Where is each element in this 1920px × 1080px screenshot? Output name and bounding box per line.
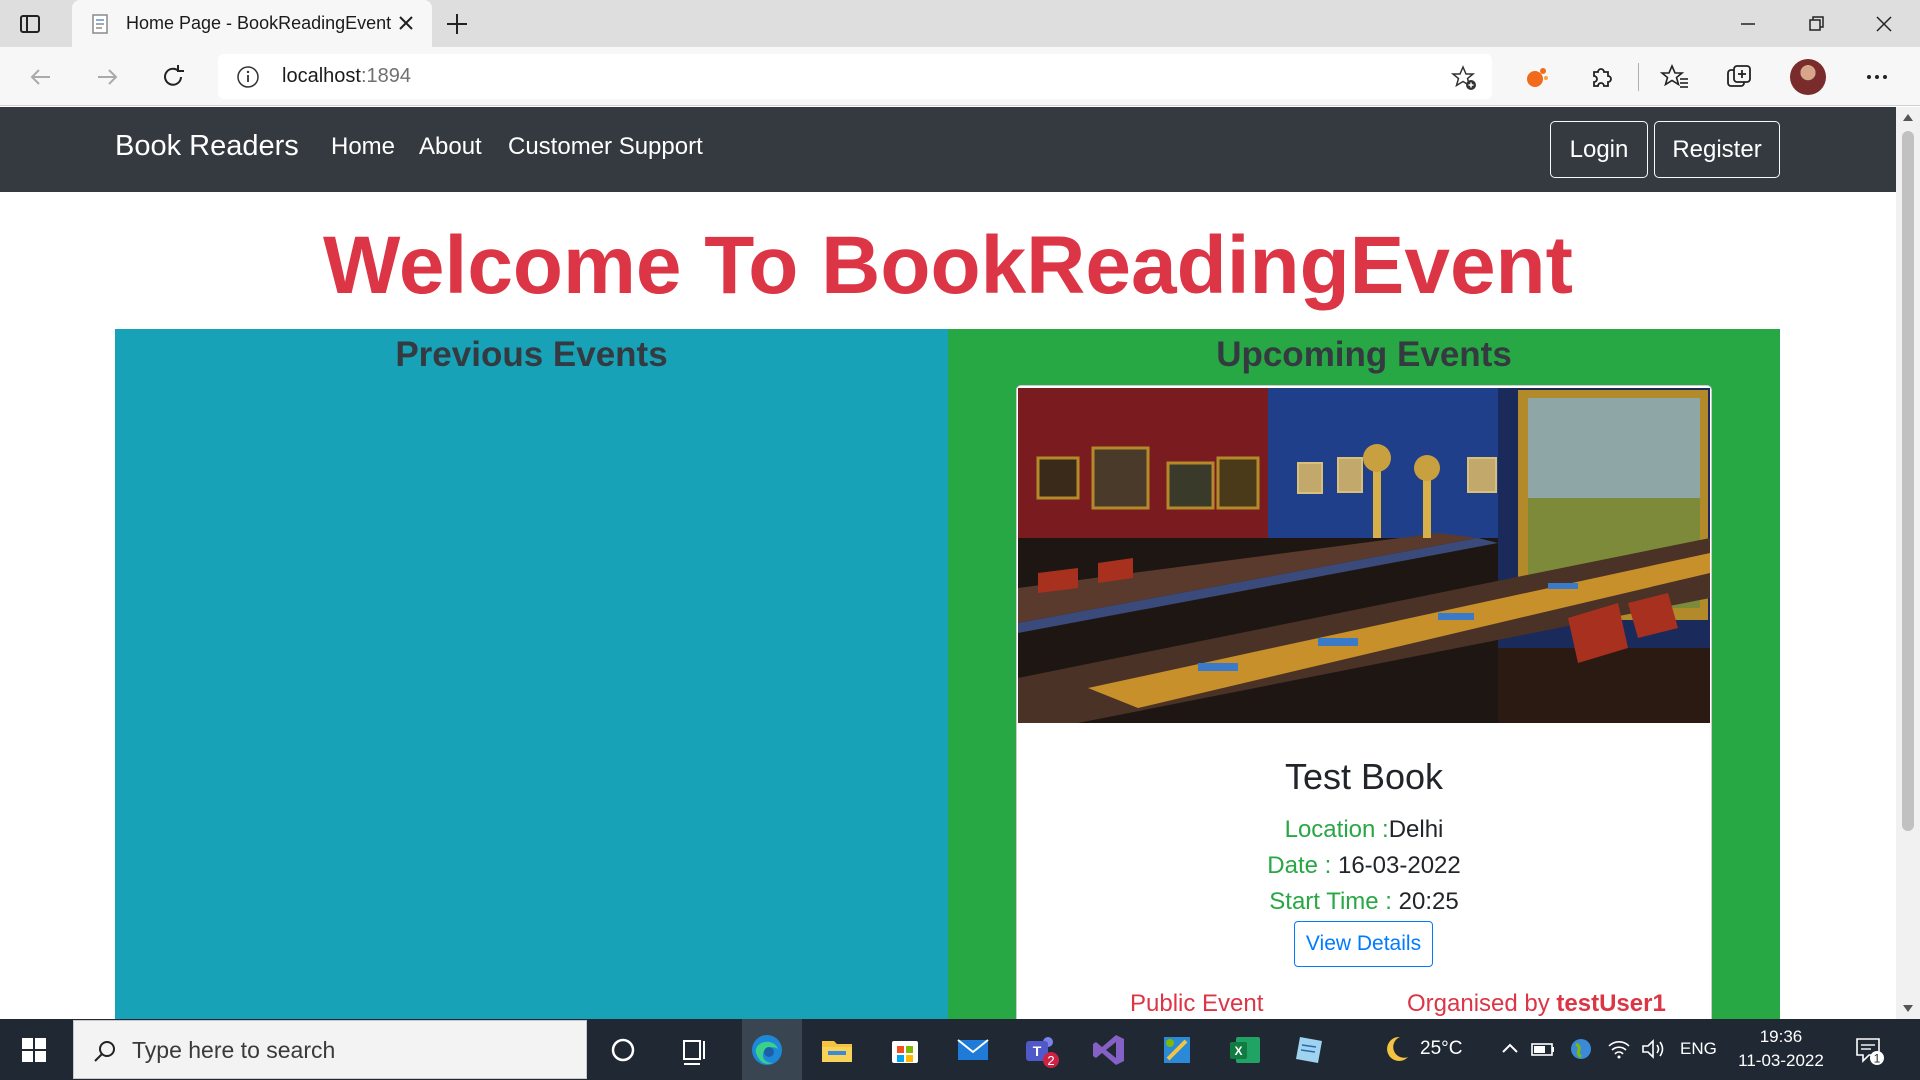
- collections-icon[interactable]: [1724, 62, 1754, 92]
- add-favorite-icon[interactable]: [1450, 64, 1478, 92]
- language-indicator[interactable]: ENG: [1680, 1039, 1717, 1059]
- date-value: 16-03-2022: [1337, 852, 1461, 879]
- profile-avatar[interactable]: [1790, 59, 1826, 95]
- clock-time: 19:36: [1759, 1027, 1803, 1046]
- event-card: Test Book Location :Delhi Date : 16-03-2…: [1016, 385, 1712, 1019]
- page-scrollbar[interactable]: [1896, 107, 1920, 1019]
- refresh-icon[interactable]: [158, 62, 188, 92]
- weather-temperature[interactable]: 25°C: [1420, 1038, 1462, 1060]
- notepad-icon[interactable]: [1290, 1031, 1328, 1069]
- new-tab-icon[interactable]: [444, 11, 470, 37]
- address-port: :1894: [360, 65, 411, 87]
- page-viewport: Book Readers Home About Customer Support…: [0, 107, 1896, 1019]
- nav-about[interactable]: About: [419, 133, 482, 161]
- scroll-up-icon[interactable]: [1900, 111, 1916, 125]
- search-placeholder: Type here to search: [132, 1037, 336, 1063]
- login-button[interactable]: Login: [1550, 121, 1648, 178]
- address-url: localhost:1894: [282, 65, 411, 88]
- globe-icon[interactable]: [1568, 1036, 1594, 1062]
- event-date: Date : 16-03-2022: [1017, 852, 1711, 880]
- brand-link[interactable]: Book Readers: [115, 130, 299, 163]
- browser-tab-bar: Home Page - BookReadingEvent: [0, 0, 1920, 47]
- scroll-down-icon[interactable]: [1900, 1001, 1916, 1015]
- forward-icon[interactable]: [92, 62, 122, 92]
- tab-actions-icon[interactable]: [18, 12, 42, 36]
- site-info-icon[interactable]: [236, 65, 260, 89]
- task-view-icon[interactable]: [676, 1031, 714, 1069]
- teams-icon[interactable]: T 2: [1022, 1031, 1060, 1069]
- microsoft-store-icon[interactable]: [886, 1031, 924, 1069]
- toolbar-separator: [1638, 63, 1639, 91]
- address-host: localhost: [282, 65, 361, 87]
- upcoming-events-title: Upcoming Events: [1216, 335, 1512, 374]
- event-organiser: Organised by testUser1: [1407, 990, 1666, 1018]
- organiser-name: testUser1: [1556, 990, 1666, 1017]
- event-image: [1018, 388, 1710, 723]
- nav-home[interactable]: Home: [331, 133, 395, 161]
- address-bar[interactable]: localhost:1894: [218, 54, 1492, 99]
- close-tab-icon[interactable]: [396, 13, 416, 33]
- location-value: Delhi: [1388, 816, 1444, 843]
- visual-studio-icon[interactable]: [1090, 1031, 1128, 1069]
- volume-icon[interactable]: [1640, 1036, 1666, 1062]
- notification-center-icon[interactable]: 1: [1852, 1033, 1886, 1067]
- page-favicon-icon: [92, 14, 108, 34]
- date-label: Date :: [1267, 852, 1338, 879]
- view-details-button[interactable]: View Details: [1294, 921, 1433, 967]
- windows-start-icon[interactable]: [20, 1036, 48, 1064]
- tab-title: Home Page - BookReadingEvent: [126, 13, 392, 33]
- back-icon[interactable]: [26, 62, 56, 92]
- previous-events-panel: Previous Events: [115, 329, 948, 1019]
- cortana-icon[interactable]: [604, 1031, 642, 1069]
- banquet-hall-illustration: [1018, 388, 1710, 723]
- browser-tab-active[interactable]: Home Page - BookReadingEvent: [72, 0, 432, 47]
- time-value: 20:25: [1398, 888, 1459, 915]
- excel-icon[interactable]: X: [1226, 1031, 1264, 1069]
- event-title: Test Book: [1284, 756, 1444, 797]
- weather-moon-icon[interactable]: [1380, 1033, 1412, 1065]
- taskbar-search[interactable]: Type here to search: [73, 1020, 587, 1079]
- event-start-time: Start Time : 20:25: [1017, 888, 1711, 916]
- wifi-icon[interactable]: [1606, 1036, 1632, 1062]
- edge-browser-icon[interactable]: [748, 1031, 786, 1069]
- show-hidden-icons-icon[interactable]: [1498, 1037, 1522, 1061]
- register-button[interactable]: Register: [1654, 121, 1780, 178]
- mail-icon[interactable]: [954, 1031, 992, 1069]
- svg-text:X: X: [1234, 1044, 1242, 1058]
- welcome-heading: Welcome To BookReadingEvent: [323, 220, 1573, 311]
- clock-date: 11-03-2022: [1738, 1051, 1824, 1070]
- search-icon: [94, 1041, 115, 1062]
- organised-label: Organised by: [1407, 990, 1557, 1017]
- event-visibility: Public Event: [1130, 990, 1264, 1017]
- site-navbar: Book Readers Home About Customer Support…: [0, 107, 1896, 192]
- event-location: Location :Delhi: [1017, 816, 1711, 844]
- teams-badge: 2: [1047, 1053, 1054, 1068]
- extension-colorful-icon[interactable]: [1522, 62, 1552, 92]
- taskbar-clock[interactable]: 19:36 11-03-2022: [1736, 1025, 1826, 1073]
- location-label: Location :: [1284, 816, 1389, 843]
- nav-customer-support[interactable]: Customer Support: [508, 133, 703, 161]
- scroll-thumb[interactable]: [1902, 131, 1914, 831]
- previous-events-title: Previous Events: [395, 335, 668, 374]
- close-window-icon[interactable]: [1870, 10, 1898, 38]
- restore-icon[interactable]: [1802, 10, 1830, 38]
- favorites-icon[interactable]: [1660, 62, 1690, 92]
- battery-icon[interactable]: [1530, 1037, 1556, 1061]
- snipping-tool-icon[interactable]: [1158, 1031, 1196, 1069]
- extensions-icon[interactable]: [1586, 62, 1616, 92]
- upcoming-events-panel: Upcoming Events Test Book Location:Delh…: [948, 329, 1780, 1019]
- notification-badge: 1: [1874, 1052, 1881, 1066]
- svg-text:T: T: [1033, 1043, 1042, 1059]
- more-options-icon[interactable]: [1862, 62, 1892, 92]
- file-explorer-icon[interactable]: [818, 1031, 856, 1069]
- time-label: Start Time :: [1269, 888, 1399, 915]
- browser-toolbar: localhost:1894: [0, 47, 1920, 106]
- windows-taskbar: Type here to search T 2 X 25°C ENG 19:36…: [0, 1019, 1920, 1080]
- minimize-icon[interactable]: [1734, 10, 1762, 38]
